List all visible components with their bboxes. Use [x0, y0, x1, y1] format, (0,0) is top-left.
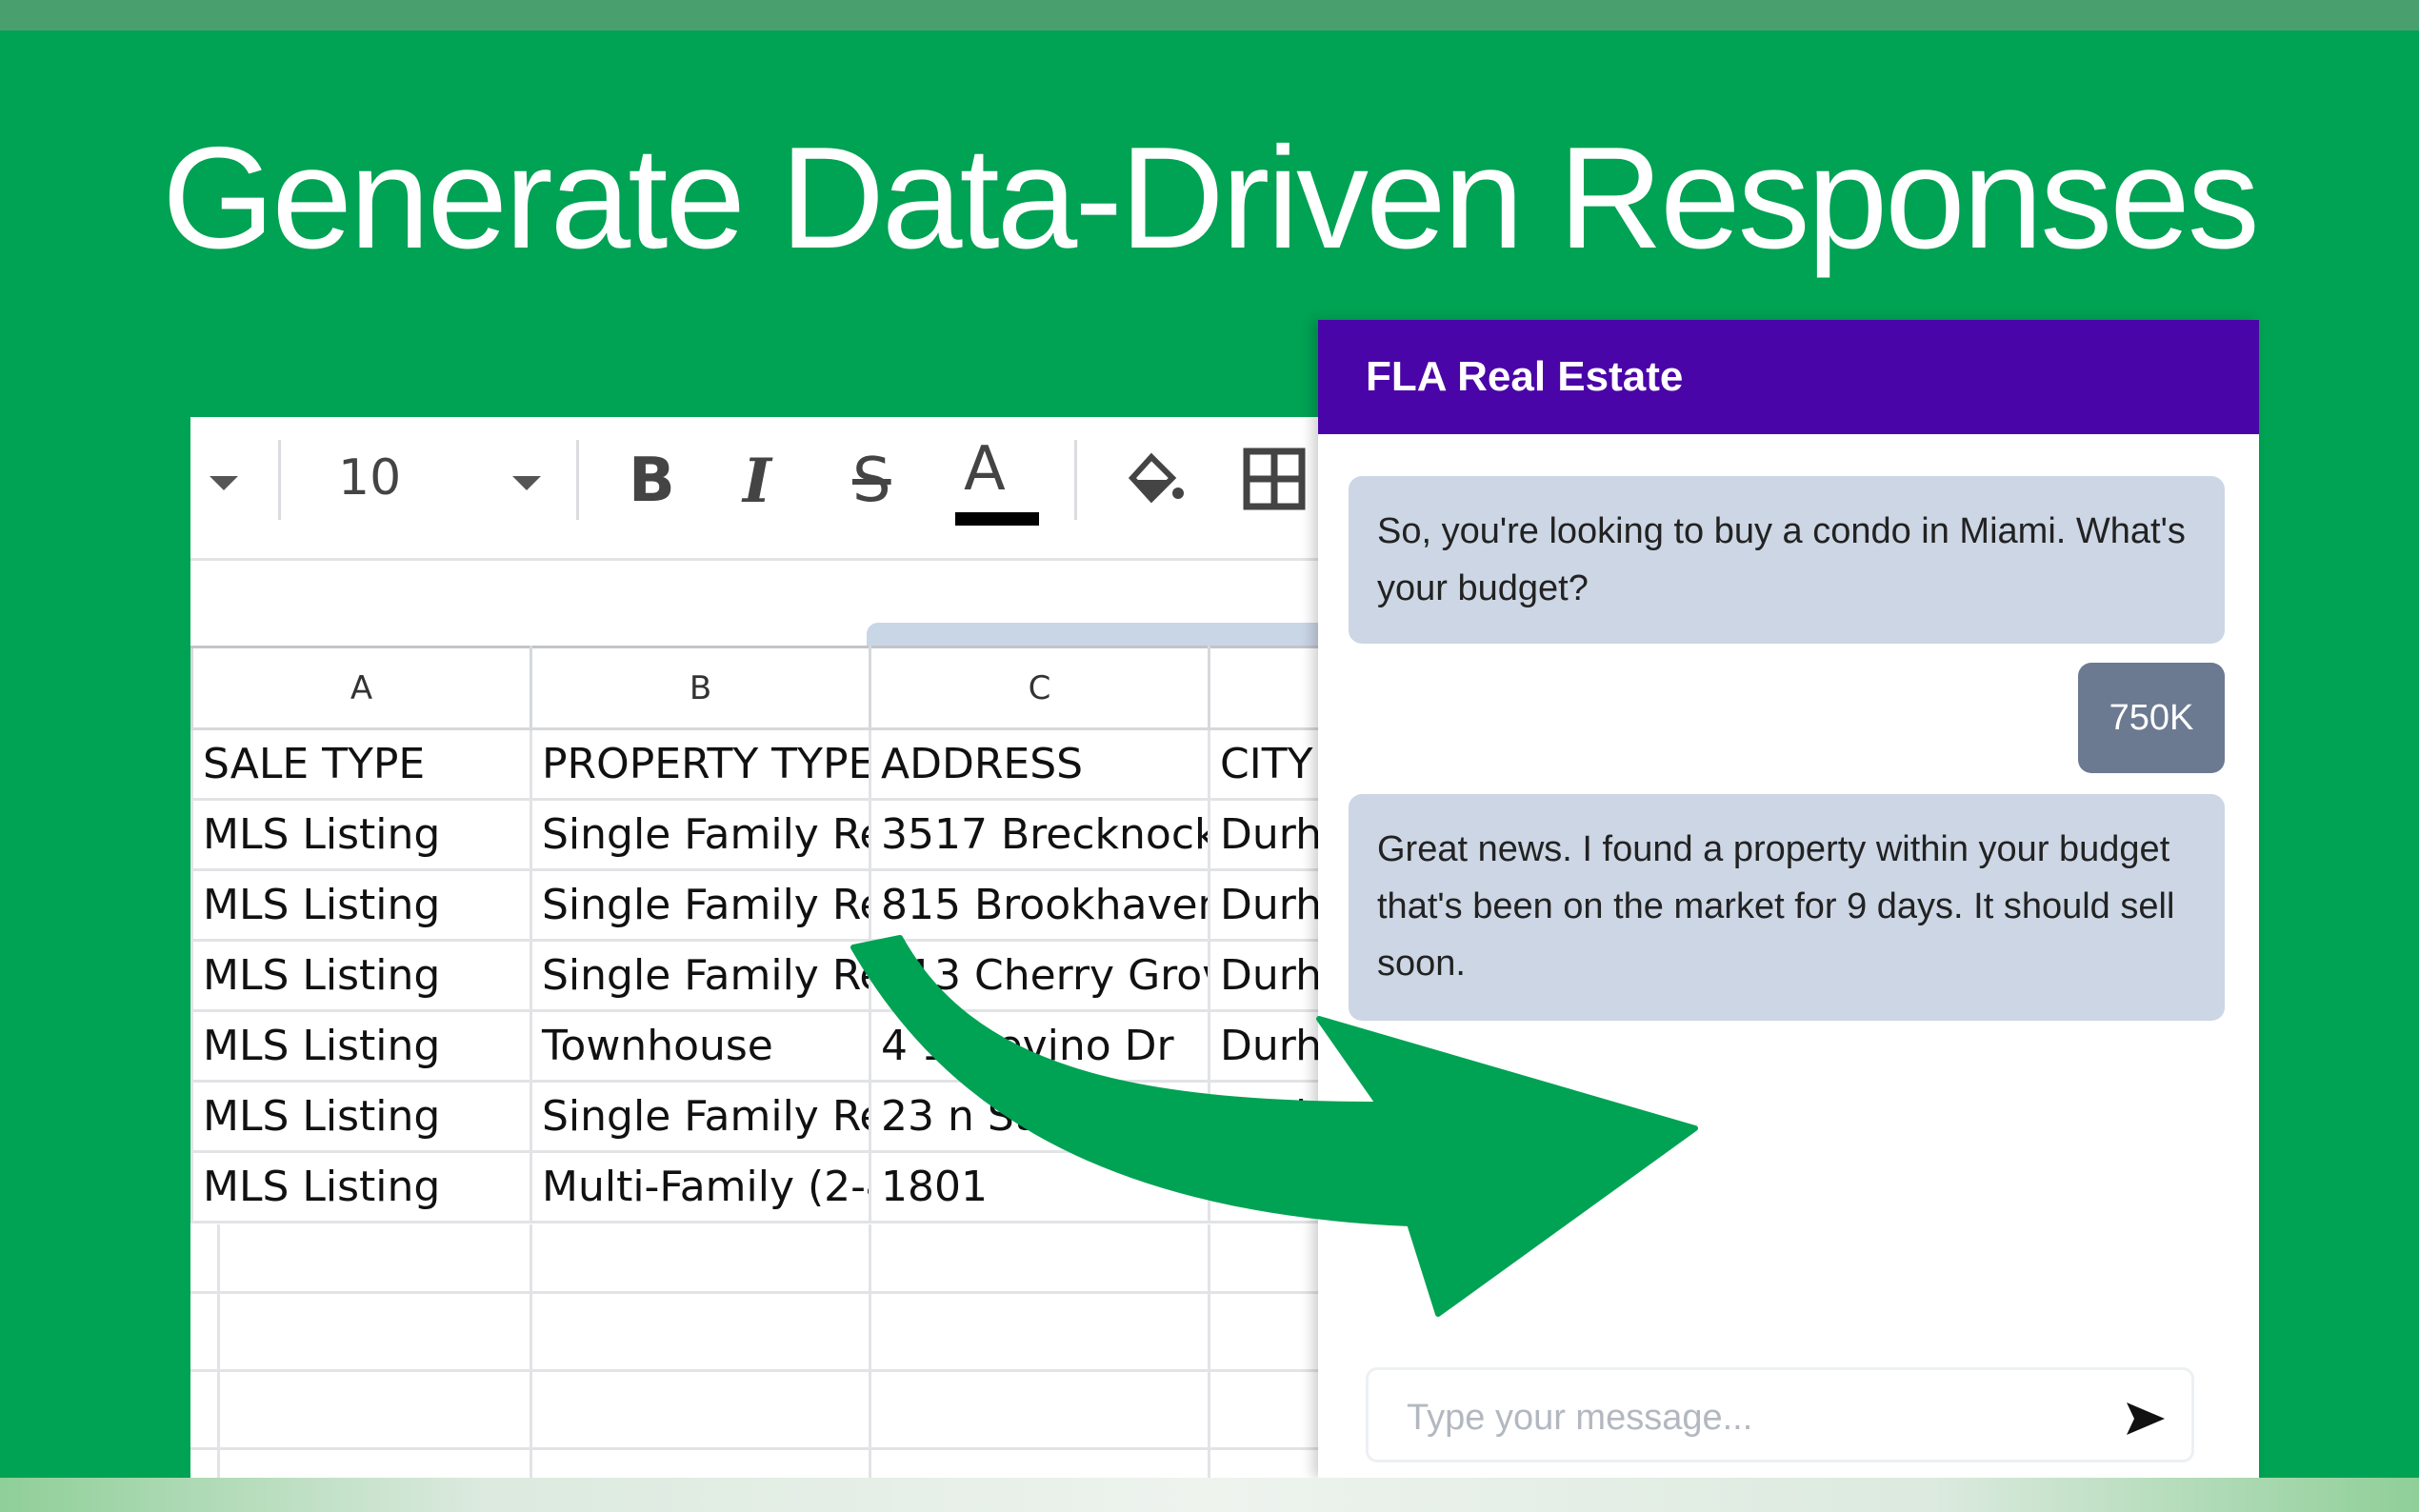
- cell[interactable]: Durh: [1208, 1009, 1333, 1083]
- column-header[interactable]: C: [869, 646, 1210, 730]
- message-composer: [1366, 1367, 2194, 1462]
- column-header[interactable]: [1208, 646, 1333, 730]
- cell[interactable]: Durh: [1208, 939, 1333, 1012]
- column-header-row: A B C: [190, 646, 1333, 730]
- font-dropdown-chevron-down-icon[interactable]: [210, 476, 238, 490]
- cell[interactable]: MLS Listing: [190, 1150, 532, 1224]
- table-row: MLS Listing Single Family Re 23 n St Dur…: [190, 1080, 1333, 1153]
- sheet-grid: A B C SALE TYPE PROPERTY TYPE ADDRESS CI…: [190, 646, 1333, 1224]
- table-row: MLS Listing Single Family Re 3517 Breckn…: [190, 798, 1333, 871]
- spreadsheet: 10 B I S A A B C SALE TYPE PROPERTY TYPE…: [190, 417, 1333, 1478]
- cell[interactable]: Durh: [1208, 868, 1333, 942]
- cell[interactable]: 815 Brookhaven: [869, 868, 1210, 942]
- cell[interactable]: PROPERTY TYPE: [530, 727, 871, 801]
- table-row: MLS Listing Single Family Re 815 Brookha…: [190, 868, 1333, 942]
- column-header[interactable]: B: [530, 646, 871, 730]
- grid-line: [530, 1224, 532, 1478]
- cell[interactable]: Townhouse: [530, 1009, 871, 1083]
- text-color-swatch: [955, 512, 1039, 526]
- font-size-chevron-down-icon[interactable]: [512, 476, 541, 490]
- spreadsheet-toolbar: 10 B I S A: [190, 417, 1333, 558]
- toolbar-divider: [1074, 440, 1077, 520]
- cell[interactable]: [1208, 1150, 1333, 1224]
- bottom-strip: [0, 1478, 2419, 1512]
- grid-line: [869, 1224, 871, 1478]
- column-header[interactable]: A: [190, 646, 532, 730]
- toolbar-divider: [278, 440, 281, 520]
- borders-icon[interactable]: [1243, 448, 1306, 510]
- cell[interactable]: Durh: [1208, 1080, 1333, 1153]
- table-row: MLS Listing Single Family Re 213 Cherry …: [190, 939, 1333, 1012]
- chat-title: FLA Real Estate: [1318, 320, 2259, 434]
- cell[interactable]: Single Family Re: [530, 868, 871, 942]
- headline: Generate Data-Driven Responses: [162, 117, 2260, 279]
- bot-message: So, you're looking to buy a condo in Mia…: [1349, 476, 2225, 644]
- cell[interactable]: 213 Cherry Grov: [869, 939, 1210, 1012]
- cell[interactable]: Single Family Re: [530, 1080, 871, 1153]
- cell[interactable]: Single Family Re: [530, 798, 871, 871]
- text-color-button[interactable]: A: [952, 434, 1039, 529]
- cell[interactable]: MLS Listing: [190, 1080, 532, 1153]
- cell[interactable]: SALE TYPE: [190, 727, 532, 801]
- cell[interactable]: MLS Listing: [190, 939, 532, 1012]
- bot-message: Great news. I found a property within yo…: [1349, 794, 2225, 1021]
- cell[interactable]: MLS Listing: [190, 798, 532, 871]
- bold-button[interactable]: B: [629, 446, 675, 516]
- cell[interactable]: MLS Listing: [190, 1009, 532, 1083]
- send-icon[interactable]: [2121, 1395, 2169, 1442]
- cell[interactable]: 3517 Brecknock: [869, 798, 1210, 871]
- grid-line: [190, 1369, 1333, 1372]
- text-color-label: A: [964, 434, 1006, 505]
- cell[interactable]: 23 n St: [869, 1080, 1210, 1153]
- chat-widget: FLA Real Estate So, you're looking to bu…: [1318, 320, 2259, 1478]
- table-row: SALE TYPE PROPERTY TYPE ADDRESS CITY: [190, 727, 1333, 801]
- toolbar-divider: [576, 440, 579, 520]
- cell[interactable]: Single Family Re: [530, 939, 871, 1012]
- strikethrough-button[interactable]: S: [852, 446, 891, 516]
- cell[interactable]: ADDRESS: [869, 727, 1210, 801]
- font-size-input[interactable]: 10: [338, 449, 401, 507]
- italic-button[interactable]: I: [743, 446, 771, 517]
- grid-line: [1208, 1224, 1210, 1478]
- cell[interactable]: Multi-Family (2-4: [530, 1150, 871, 1224]
- grid-line: [190, 1291, 1333, 1294]
- empty-grid-rows: [190, 1224, 1333, 1478]
- cell[interactable]: Durh: [1208, 798, 1333, 871]
- cell[interactable]: CITY: [1208, 727, 1333, 801]
- grid-line: [217, 1224, 220, 1478]
- grid-line: [190, 1447, 1333, 1450]
- top-strip: [0, 0, 2419, 30]
- table-row: MLS Listing Townhouse 4 1 Trevino Dr Dur…: [190, 1009, 1333, 1083]
- cell[interactable]: 4 1 Trevino Dr: [869, 1009, 1210, 1083]
- cell[interactable]: MLS Listing: [190, 868, 532, 942]
- fill-color-icon[interactable]: [1119, 446, 1186, 512]
- message-input[interactable]: [1407, 1389, 2073, 1446]
- cell[interactable]: 1801: [869, 1150, 1210, 1224]
- user-message: 750K: [2078, 663, 2225, 773]
- horizontal-scrollbar[interactable]: [867, 623, 1333, 646]
- table-row: MLS Listing Multi-Family (2-4 1801: [190, 1150, 1333, 1224]
